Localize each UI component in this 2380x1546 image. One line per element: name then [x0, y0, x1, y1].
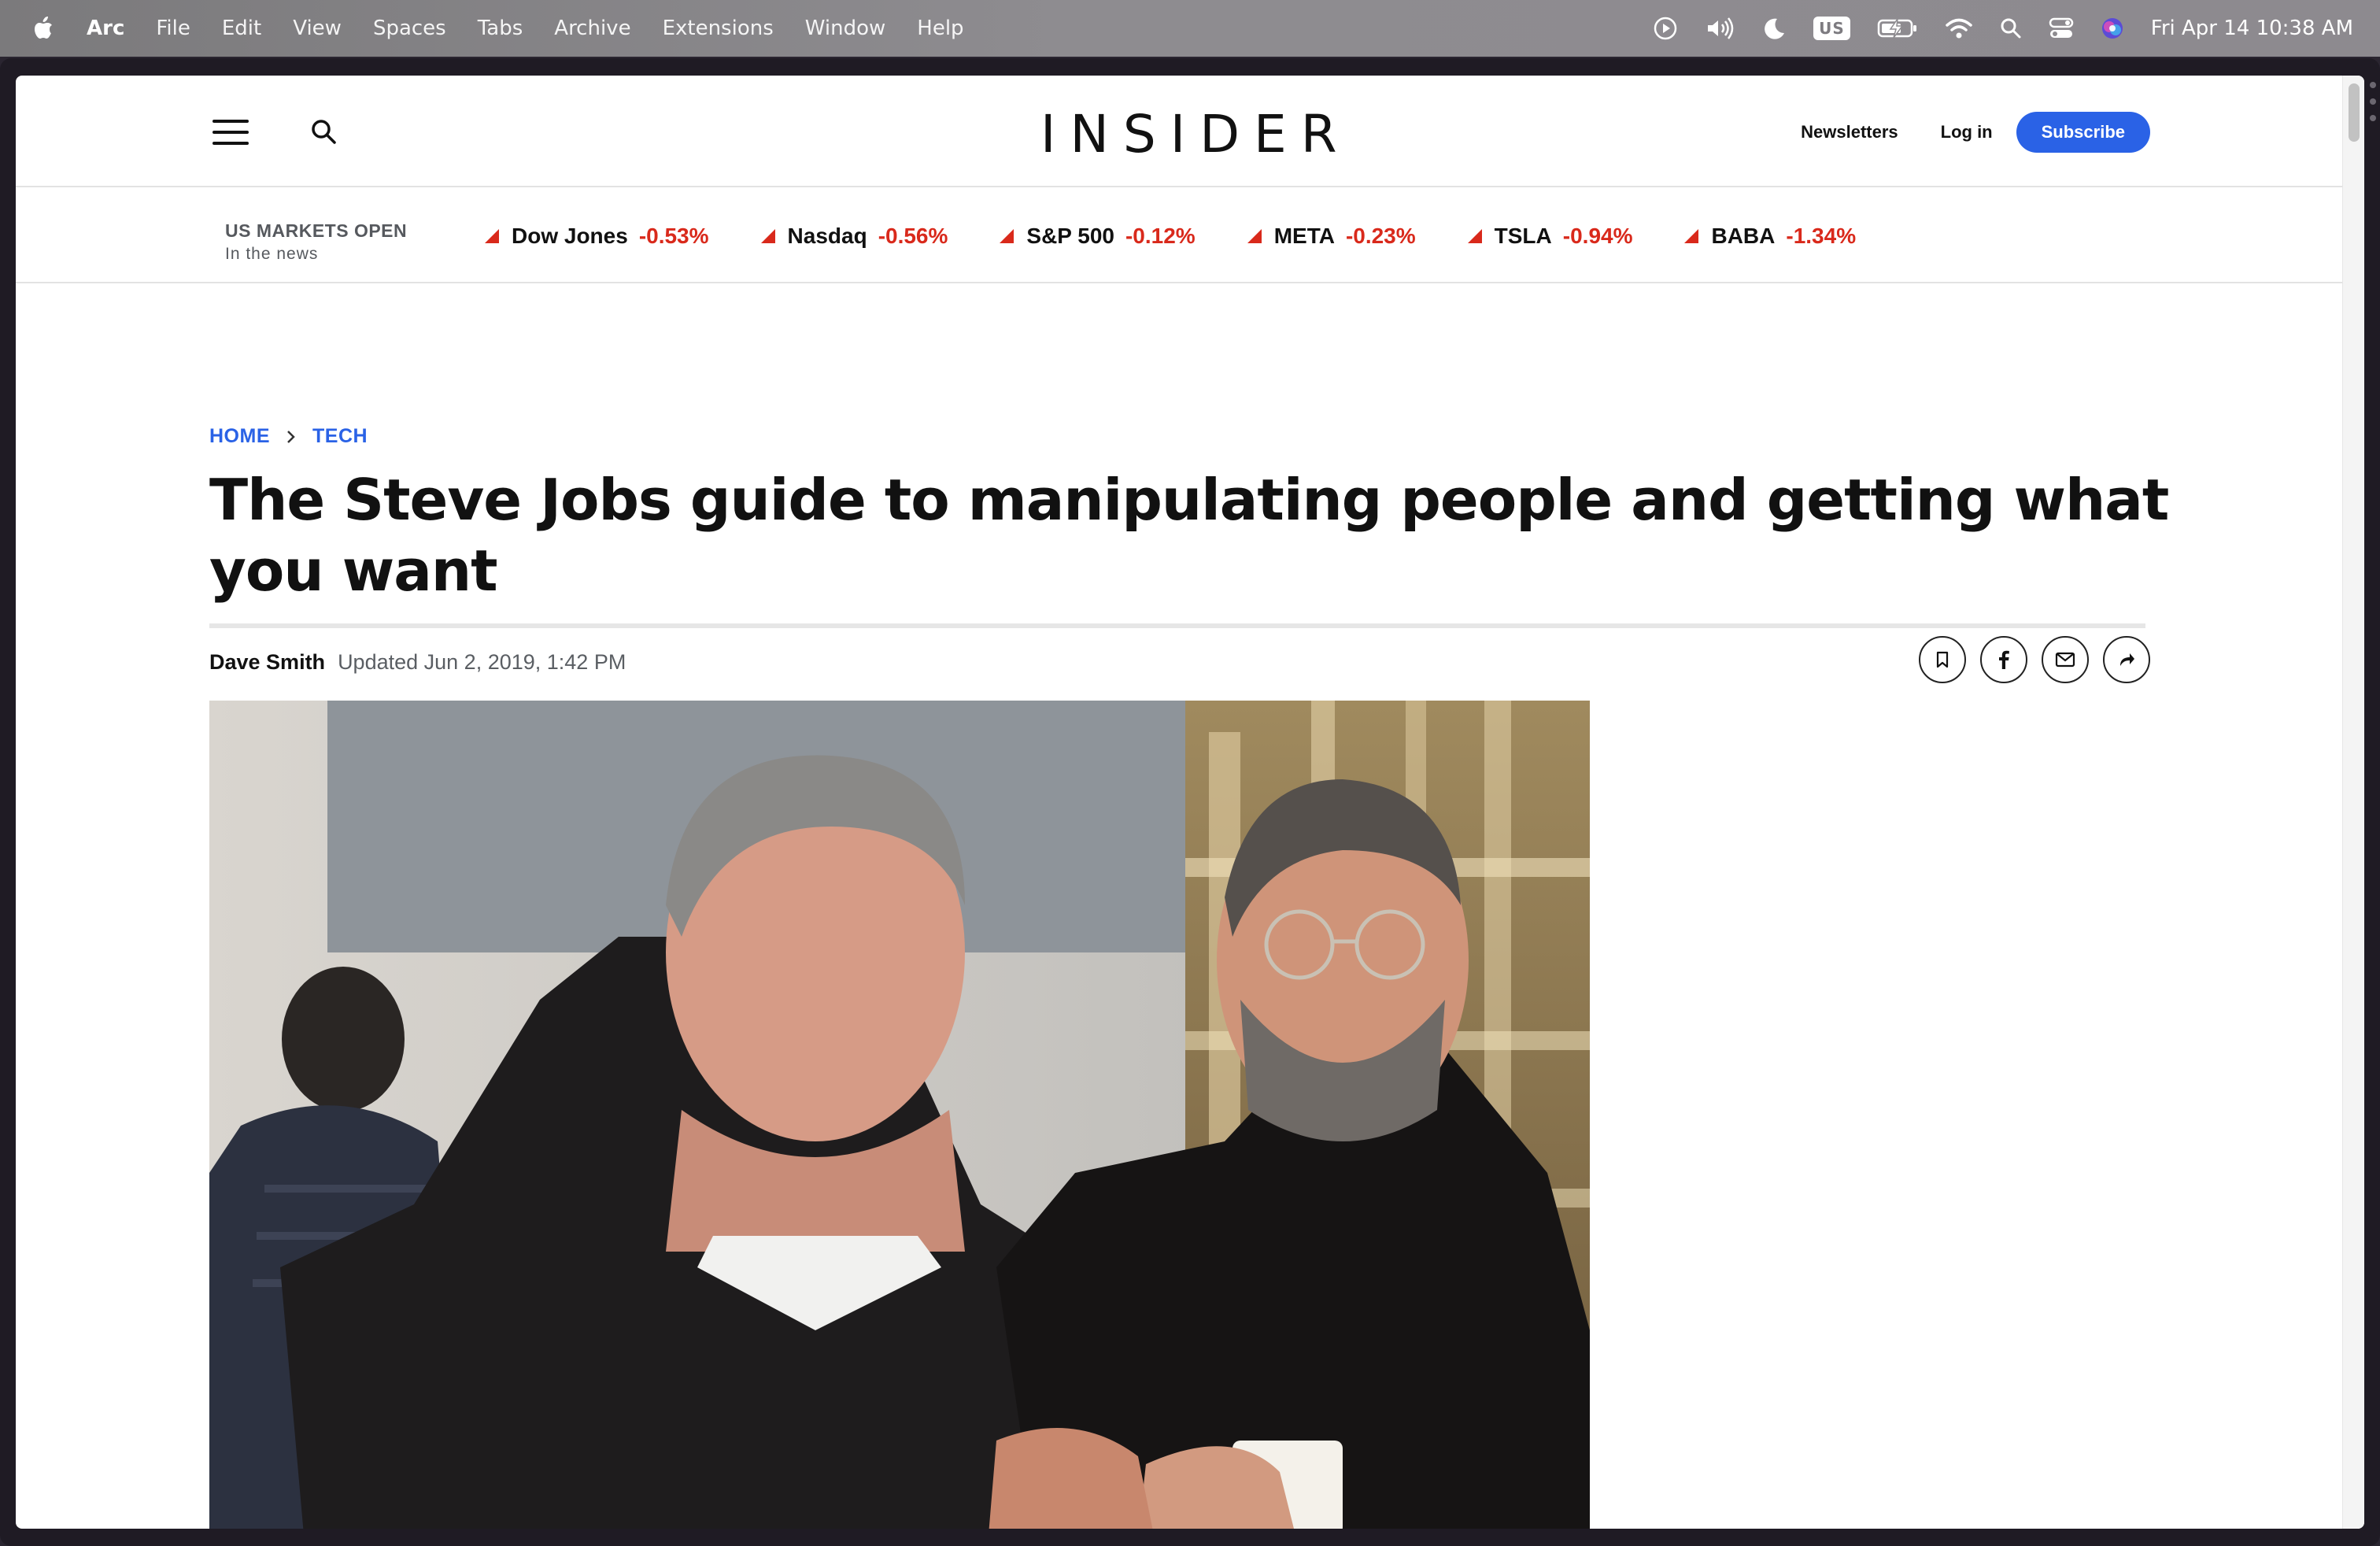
menu-archive[interactable]: Archive [554, 17, 630, 40]
wifi-icon[interactable] [1945, 17, 1973, 40]
breadcrumb-home[interactable]: HOME [209, 425, 270, 448]
down-arrow-icon [760, 229, 775, 243]
window-drag-handle[interactable] [2369, 82, 2377, 121]
battery-charging-icon[interactable] [1877, 17, 1918, 39]
play-icon[interactable] [1653, 16, 1678, 41]
header-actions: Newsletters Log in Subscribe [1801, 112, 2150, 153]
down-arrow-icon [1467, 229, 1482, 243]
article-headline: The Steve Jobs guide to manipulating peo… [209, 467, 2169, 604]
ticker-change: -0.23% [1345, 224, 1416, 248]
ticker-name: META [1273, 224, 1335, 248]
insider-logo[interactable]: INSIDER [1040, 107, 1347, 162]
ticker-change: -0.53% [638, 224, 709, 248]
ticker-sp-500[interactable]: S&P 500 -0.12% [1000, 224, 1196, 249]
ticker-change: -0.12% [1125, 224, 1196, 248]
share-icon [2120, 653, 2134, 666]
menu-extensions[interactable]: Extensions [663, 17, 774, 40]
share-button[interactable] [2103, 636, 2150, 683]
chevron-right-icon [287, 430, 295, 443]
ticker-nasdaq[interactable]: Nasdaq -0.56% [760, 224, 948, 249]
menu-bar-status-area: US Fri Apr 14 10:38 AM [1653, 0, 2353, 57]
ticker-meta[interactable]: META -0.23% [1247, 224, 1416, 249]
facebook-share-button[interactable] [1980, 636, 2027, 683]
article-hero-photo [209, 701, 1590, 1529]
newsletters-link[interactable]: Newsletters [1801, 122, 1898, 142]
web-page-viewport: INSIDER Newsletters Log in Subscribe US … [16, 76, 2364, 1529]
down-arrow-icon [485, 229, 499, 243]
keyboard-layout-badge[interactable]: US [1813, 17, 1850, 40]
down-arrow-icon [1684, 229, 1699, 243]
bookmark-button[interactable] [1919, 636, 1966, 683]
markets-subtitle: In the news [225, 245, 319, 263]
siri-icon[interactable] [2101, 17, 2124, 40]
macos-menu-bar: Arc File Edit View Spaces Tabs Archive E… [0, 0, 2380, 57]
menu-edit[interactable]: Edit [222, 17, 261, 40]
down-arrow-icon [1247, 229, 1262, 243]
down-arrow-icon [1000, 229, 1014, 243]
ticker-change: -0.56% [878, 224, 948, 248]
menu-view[interactable]: View [293, 17, 342, 40]
breadcrumb-tech[interactable]: TECH [312, 425, 368, 448]
menu-bar-clock[interactable]: Fri Apr 14 10:38 AM [2151, 17, 2353, 40]
markets-status: US MARKETS OPEN In the news [225, 220, 407, 264]
subscribe-button[interactable]: Subscribe [2016, 112, 2150, 153]
author-name[interactable]: Dave Smith [209, 650, 325, 675]
facebook-icon [1999, 650, 2009, 669]
do-not-disturb-moon-icon[interactable] [1763, 16, 1787, 41]
hero-photo-illustration [209, 701, 1590, 1529]
bookmark-icon [1936, 651, 1949, 668]
ticker-change: -1.34% [1786, 224, 1857, 248]
menu-window[interactable]: Window [805, 17, 886, 40]
byline: Dave Smith Updated Jun 2, 2019, 1:42 PM [209, 650, 626, 675]
breadcrumb: HOME TECH [209, 425, 368, 448]
menu-tabs[interactable]: Tabs [478, 17, 523, 40]
search-icon[interactable] [309, 117, 340, 148]
site-header: INSIDER Newsletters Log in Subscribe [16, 76, 2342, 187]
menu-spaces[interactable]: Spaces [373, 17, 446, 40]
ticker-baba[interactable]: BABA -1.34% [1684, 224, 1856, 249]
spotlight-search-icon[interactable] [2000, 17, 2022, 39]
ticker-name: TSLA [1494, 224, 1552, 248]
volume-icon[interactable] [1705, 16, 1736, 41]
page-scrollbar[interactable] [2342, 76, 2364, 1529]
ticker-change: -0.94% [1562, 224, 1633, 248]
scrollbar-thumb[interactable] [2349, 83, 2360, 142]
menu-help[interactable]: Help [917, 17, 963, 40]
markets-status-label: US MARKETS OPEN [225, 220, 408, 241]
control-center-icon[interactable] [2049, 17, 2074, 39]
ticker-list: Dow Jones -0.53% Nasdaq -0.56% S&P 500 -… [485, 189, 1908, 283]
menu-app-name[interactable]: Arc [87, 17, 124, 40]
ticker-name: S&P 500 [1026, 224, 1114, 248]
markets-ticker-bar: US MARKETS OPEN In the news Dow Jones -0… [16, 189, 2342, 283]
ticker-name: Nasdaq [787, 224, 867, 248]
apple-logo-icon[interactable] [28, 13, 60, 44]
email-share-button[interactable] [2042, 636, 2089, 683]
ticker-name: Dow Jones [512, 224, 628, 248]
headline-divider [209, 623, 2145, 628]
updated-date: Updated Jun 2, 2019, 1:42 PM [338, 650, 626, 674]
browser-window: INSIDER Newsletters Log in Subscribe US … [0, 58, 2380, 1546]
hamburger-menu-icon[interactable] [213, 120, 249, 145]
share-actions [1919, 636, 2150, 683]
menu-file[interactable]: File [156, 17, 190, 40]
log-in-link[interactable]: Log in [1941, 122, 1993, 142]
ticker-name: BABA [1711, 224, 1776, 248]
ticker-tsla[interactable]: TSLA -0.94% [1467, 224, 1633, 249]
email-icon [2055, 652, 2075, 668]
ticker-dow-jones[interactable]: Dow Jones -0.53% [485, 224, 709, 249]
